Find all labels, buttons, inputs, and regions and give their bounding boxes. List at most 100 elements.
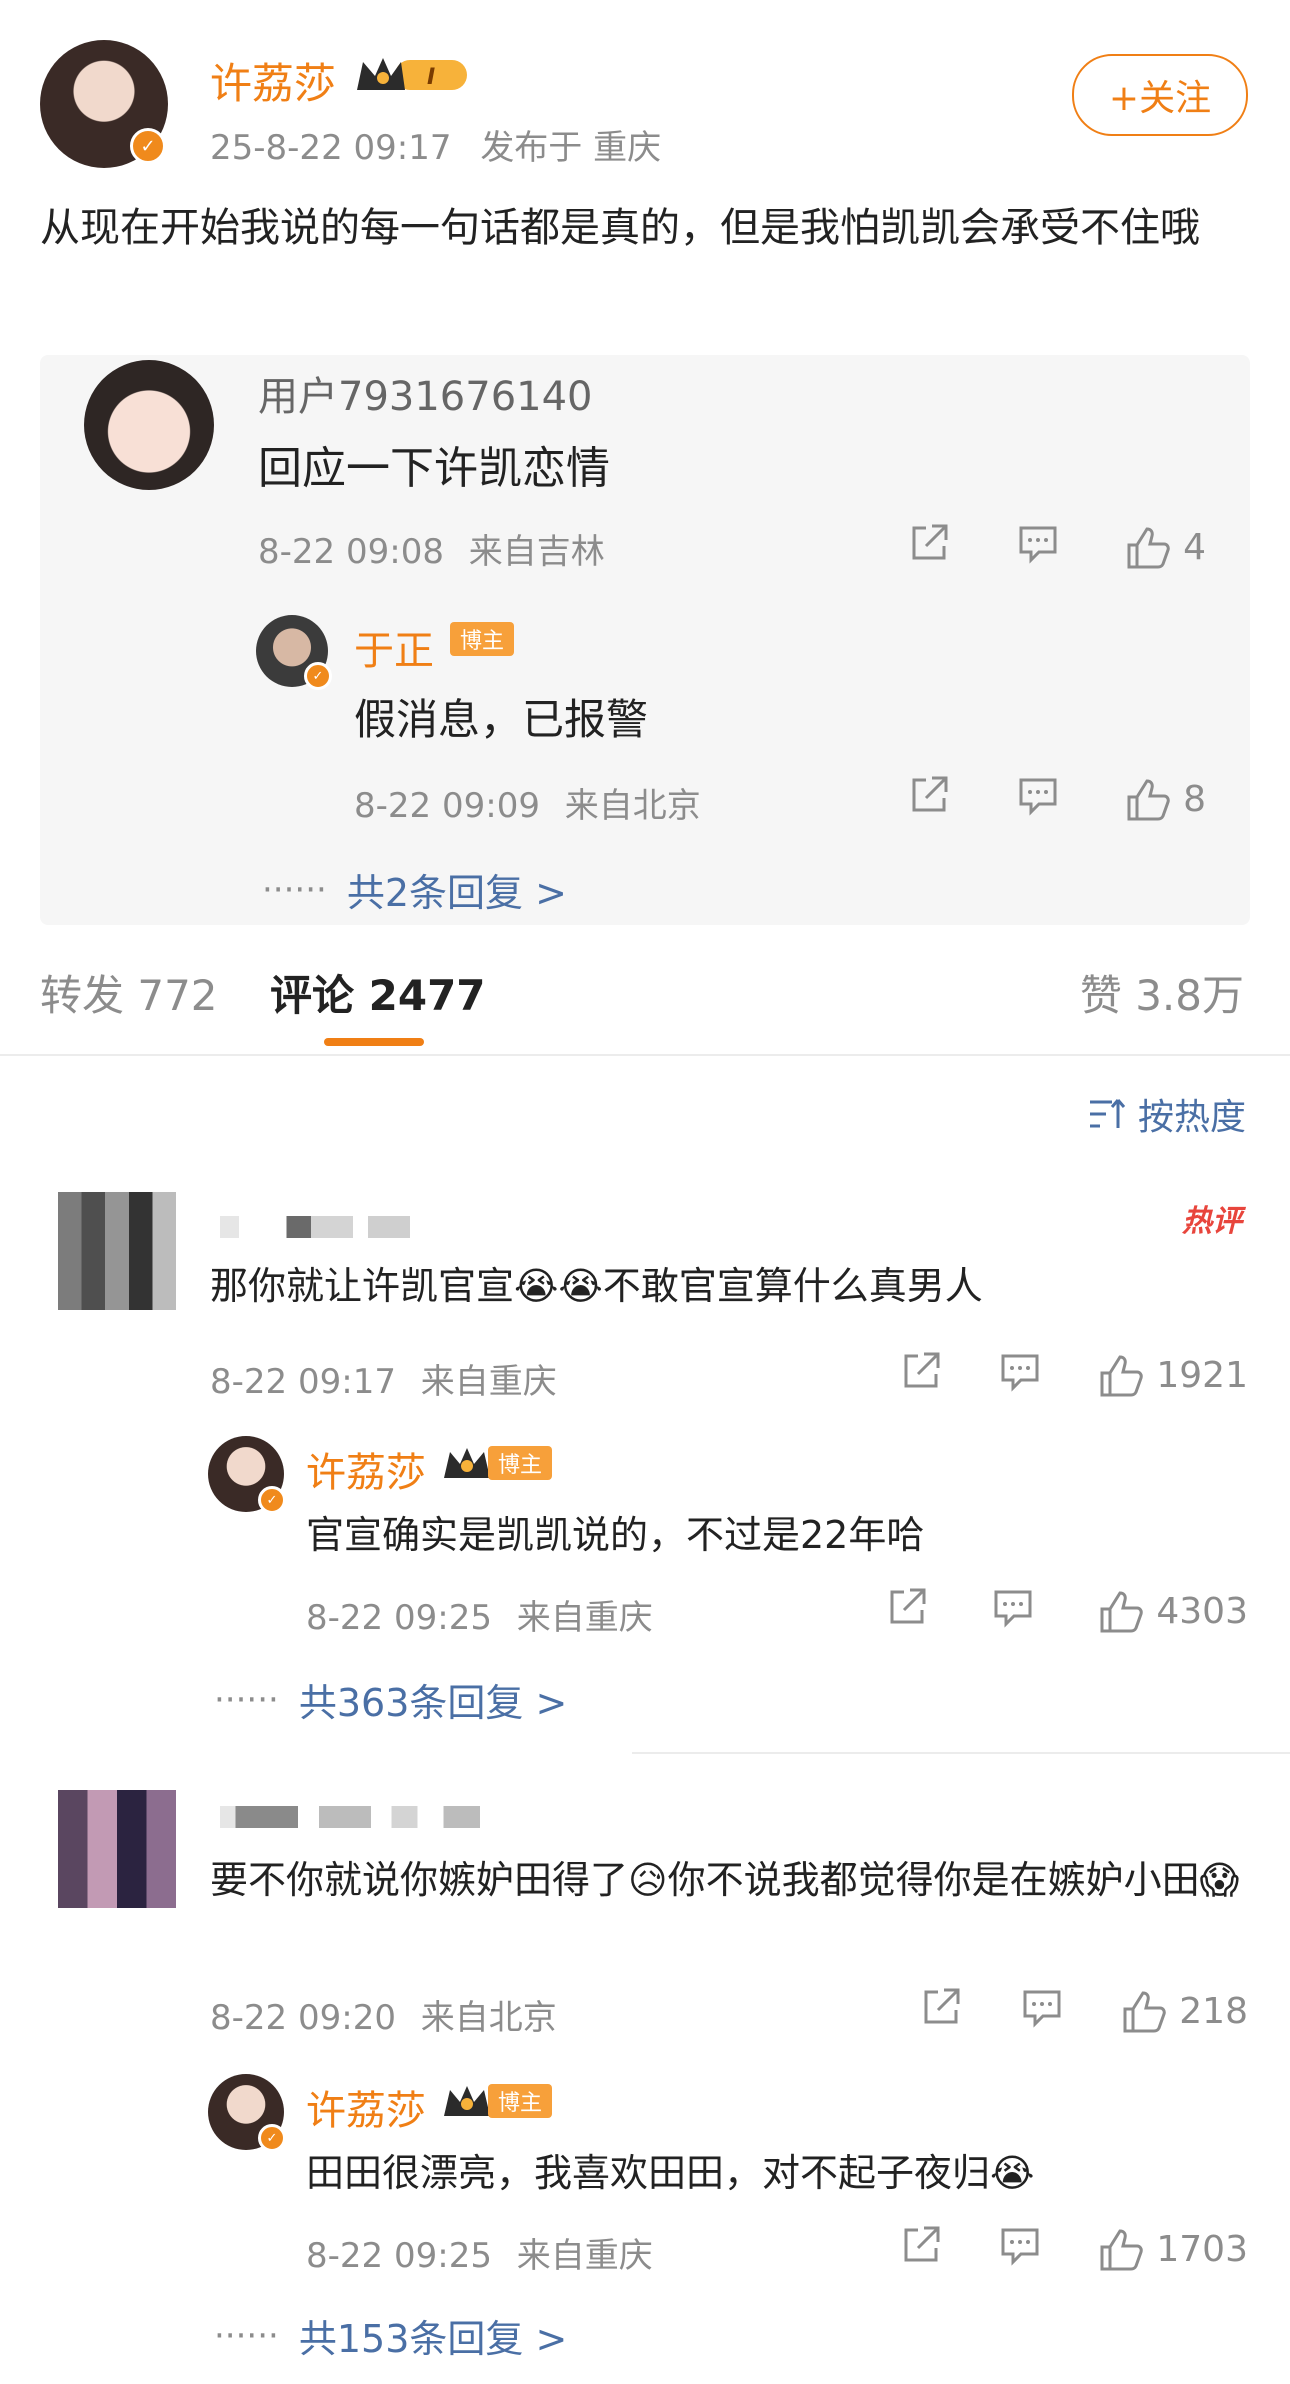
post-location: 发布于 重庆 bbox=[480, 128, 662, 168]
crown-icon bbox=[442, 2084, 492, 2124]
share-icon[interactable] bbox=[898, 2222, 944, 2277]
reply-text: 官宣确实是凯凯说的，不过是22年哈 bbox=[306, 1513, 925, 1557]
verified-icon: ✓ bbox=[258, 1486, 286, 1514]
more-replies[interactable]: ······ 共153条回复 > bbox=[214, 2308, 567, 2363]
verified-icon: ✓ bbox=[258, 2124, 286, 2152]
quote-time: 8-22 09:08 bbox=[258, 532, 444, 572]
share-icon[interactable] bbox=[906, 772, 952, 827]
reply-actions: 4303 bbox=[884, 1584, 1248, 1639]
comment-icon[interactable] bbox=[997, 1348, 1043, 1403]
comment-time: 8-22 09:17 bbox=[210, 1362, 396, 1402]
comment-divider bbox=[632, 1752, 1290, 1754]
reply-from: 来自重庆 bbox=[516, 1598, 653, 1638]
author-name[interactable]: 许荔莎 bbox=[210, 50, 336, 111]
reply-meta: 8-22 09:25 来自重庆 bbox=[306, 2228, 653, 2277]
comment-like-button[interactable]: 218 bbox=[1119, 1987, 1248, 2037]
more-replies[interactable]: ······ 共363条回复 > bbox=[214, 1672, 567, 1727]
reply-actions: 8 bbox=[906, 772, 1206, 827]
follow-button[interactable]: +关注 bbox=[1072, 54, 1248, 136]
follow-label: +关注 bbox=[1108, 78, 1212, 119]
reply-badge: 博主 bbox=[450, 622, 515, 656]
reply-like-count: 1703 bbox=[1156, 2229, 1248, 2270]
tabs-divider bbox=[0, 1054, 1290, 1056]
thumbs-up-icon bbox=[1123, 1990, 1167, 2032]
comment-icon[interactable] bbox=[1015, 520, 1061, 575]
post-time: 25-8-22 09:17 bbox=[210, 128, 452, 168]
verified-icon: ✓ bbox=[130, 128, 166, 164]
verified-icon: ✓ bbox=[304, 662, 332, 690]
vip-crown-icon: I bbox=[355, 54, 471, 100]
share-icon[interactable] bbox=[884, 1584, 930, 1639]
comment-from: 来自北京 bbox=[420, 1998, 557, 2038]
thumbs-up-icon bbox=[1100, 1590, 1144, 1632]
reply-badge: 博主 bbox=[488, 1446, 553, 1480]
reply-actions: 1703 bbox=[898, 2222, 1248, 2277]
tab-comment-label: 评论 2477 bbox=[270, 971, 486, 1020]
post-meta: 25-8-22 09:17 发布于 重庆 bbox=[210, 120, 661, 169]
commenter-avatar[interactable] bbox=[58, 1790, 176, 1908]
blogger-badge: 博主 bbox=[450, 622, 515, 656]
tab-indicator bbox=[324, 1038, 424, 1046]
comment-icon[interactable] bbox=[1015, 772, 1061, 827]
reply-text: 假消息，已报警 bbox=[354, 695, 649, 744]
thumbs-up-icon bbox=[1127, 778, 1170, 820]
more-replies-label: 共363条回复 > bbox=[298, 1681, 568, 1725]
reply-like-button[interactable]: 8 bbox=[1123, 775, 1206, 825]
share-icon[interactable] bbox=[898, 1348, 944, 1403]
reply-user-name[interactable]: 许荔莎 bbox=[306, 2078, 426, 2136]
reply-like-button[interactable]: 1703 bbox=[1096, 2225, 1248, 2275]
share-icon[interactable] bbox=[918, 1984, 964, 2039]
hot-comment-badge: 热评 bbox=[1182, 1204, 1242, 1239]
quote-user-name[interactable]: 用户7931676140 bbox=[258, 364, 593, 422]
quote-more-replies[interactable]: ······ 共2条回复 > bbox=[262, 862, 567, 917]
quote-like-button[interactable]: 4 bbox=[1123, 523, 1206, 573]
reply-time: 8-22 09:25 bbox=[306, 1598, 492, 1638]
comment-actions: 218 bbox=[918, 1984, 1248, 2039]
quote-actions: 4 bbox=[906, 520, 1206, 575]
tab-repost[interactable]: 转发 772 bbox=[40, 962, 218, 1023]
reply-text: 田田很漂亮，我喜欢田田，对不起子夜归😭 bbox=[306, 2151, 1035, 2195]
reply-meta: 8-22 09:25 来自重庆 bbox=[306, 1590, 653, 1639]
tab-repost-label: 转发 772 bbox=[40, 971, 218, 1020]
reply-like-count: 8 bbox=[1183, 779, 1206, 820]
reply-user-name[interactable]: 许荔莎 bbox=[306, 1440, 426, 1498]
comment-text: 那你就让许凯官宣😭😭不敢官宣算什么真男人 bbox=[210, 1264, 983, 1308]
quote-from: 来自吉林 bbox=[468, 532, 605, 572]
tab-like[interactable]: 赞 3.8万 bbox=[1080, 962, 1244, 1023]
comment-meta: 8-22 09:17 来自重庆 bbox=[210, 1354, 557, 1403]
commenter-avatar[interactable] bbox=[58, 1192, 176, 1310]
comment-like-button[interactable]: 1921 bbox=[1096, 1351, 1248, 1401]
comment-icon[interactable] bbox=[990, 1584, 1036, 1639]
comment-text: 要不你就说你嫉妒田得了😥你不说我都觉得你是在嫉妒小田😱 bbox=[210, 1858, 1240, 1902]
reply-meta: 8-22 09:09 来自北京 bbox=[354, 778, 701, 827]
quote-block[interactable] bbox=[40, 355, 1250, 925]
sort-label: 按热度 bbox=[1137, 1097, 1246, 1138]
share-icon[interactable] bbox=[906, 520, 952, 575]
commenter-name-redacted[interactable] bbox=[220, 1806, 480, 1828]
tab-like-label: 赞 3.8万 bbox=[1079, 971, 1244, 1020]
quote-text: 回应一下许凯恋情 bbox=[258, 443, 610, 494]
blogger-badge: 博主 bbox=[488, 1446, 553, 1480]
thumbs-up-icon bbox=[1100, 2228, 1144, 2270]
blogger-badge: 博主 bbox=[488, 2084, 553, 2118]
comment-like-count: 218 bbox=[1179, 1991, 1248, 2032]
comment-time: 8-22 09:20 bbox=[210, 1998, 396, 2038]
tab-comment[interactable]: 评论 2477 bbox=[270, 962, 486, 1023]
comment-icon[interactable] bbox=[1019, 1984, 1065, 2039]
reply-like-button[interactable]: 4303 bbox=[1096, 1587, 1248, 1637]
reply-from: 来自重庆 bbox=[516, 2236, 653, 2276]
commenter-name-redacted[interactable] bbox=[220, 1216, 410, 1238]
sort-button[interactable]: 按热度 bbox=[1088, 1088, 1246, 1140]
comment-actions: 1921 bbox=[898, 1348, 1248, 1403]
reply-from: 来自北京 bbox=[564, 786, 701, 826]
comment-icon[interactable] bbox=[997, 2222, 1043, 2277]
quote-user-avatar[interactable] bbox=[84, 360, 214, 490]
reply-user-name[interactable]: 于正 bbox=[354, 618, 434, 676]
sort-icon bbox=[1089, 1099, 1126, 1128]
quote-more-label: 共2条回复 > bbox=[346, 871, 567, 915]
comment-like-count: 1921 bbox=[1156, 1355, 1248, 1396]
reply-badge: 博主 bbox=[488, 2084, 553, 2118]
quote-like-count: 4 bbox=[1183, 527, 1206, 568]
reply-time: 8-22 09:25 bbox=[306, 2236, 492, 2276]
ellipsis-icon: ······ bbox=[262, 869, 327, 910]
